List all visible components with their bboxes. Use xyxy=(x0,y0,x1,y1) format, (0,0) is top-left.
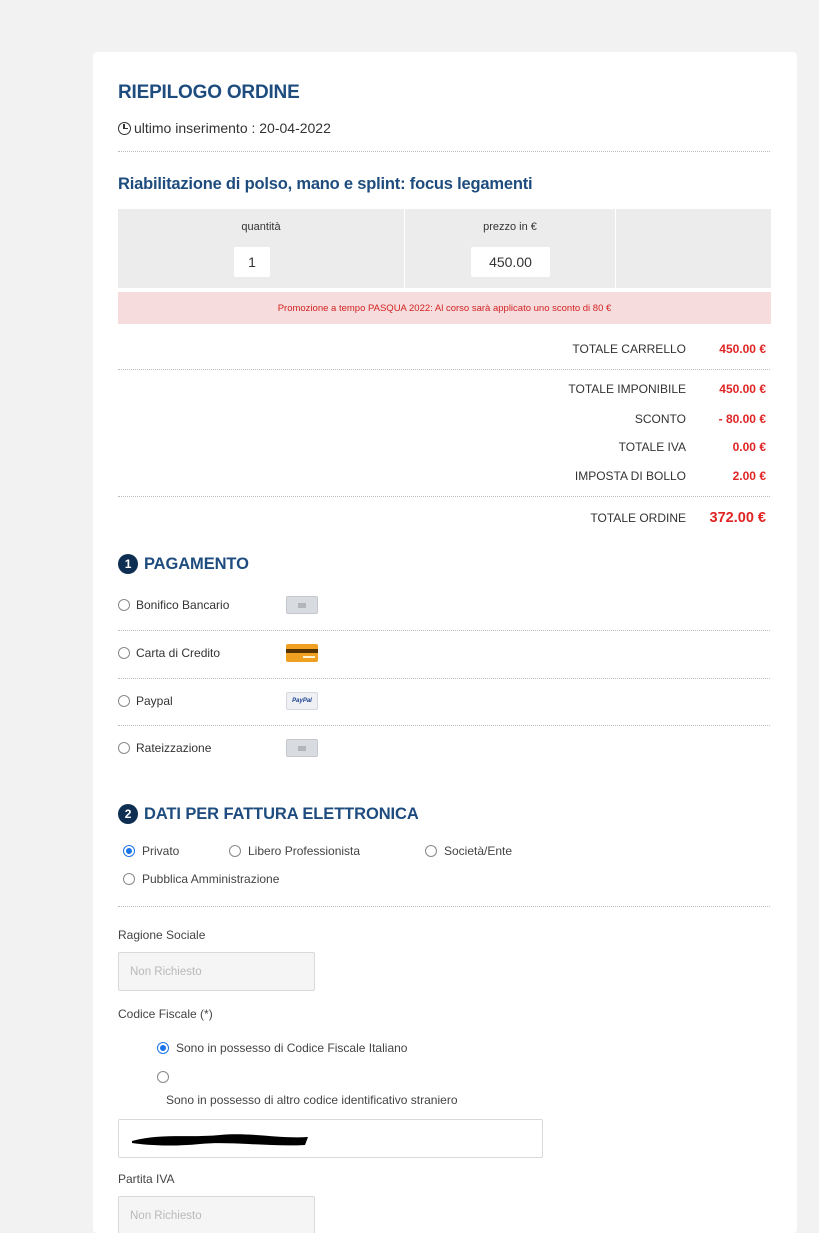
type-option-freelancer[interactable]: Libero Professionista xyxy=(229,844,425,858)
tax-code-foreign-label: Sono in possesso di altro codice identif… xyxy=(166,1093,458,1107)
divider xyxy=(118,151,770,152)
discount-value: - 80.00 € xyxy=(718,412,766,426)
price-header: prezzo in € xyxy=(483,221,537,233)
taxable-value: 450.00 € xyxy=(719,382,766,396)
taxable-label: TOTALE IMPONIBILE xyxy=(568,382,686,396)
qty-input[interactable]: 1 xyxy=(234,247,270,277)
qty-header: quantità xyxy=(241,221,281,233)
last-insert-text: ultimo inserimento : 20-04-2022 xyxy=(134,120,331,136)
radio-bank[interactable] xyxy=(118,599,130,611)
payment-option-installment[interactable]: Rateizzazione xyxy=(118,725,770,771)
price-value: 450.00 xyxy=(471,247,550,277)
type-label-private: Privato xyxy=(142,844,180,858)
radio-installment[interactable] xyxy=(118,742,130,754)
payment-label-bank: Bonifico Bancario xyxy=(136,598,230,612)
course-title: Riabilitazione di polso, mano e splint: … xyxy=(118,175,533,193)
radio-freelancer[interactable] xyxy=(229,845,241,857)
company-label: Ragione Sociale xyxy=(118,928,206,942)
tax-code-italian-option[interactable]: Sono in possesso di Codice Fiscale Itali… xyxy=(157,1041,407,1055)
vat-row: TOTALE IVA 0.00 € xyxy=(476,440,766,454)
payment-title: PAGAMENTO xyxy=(144,554,249,573)
credit-card-icon xyxy=(286,644,318,662)
stamp-value: 2.00 € xyxy=(732,469,766,483)
payment-section-title: 1 PAGAMENTO xyxy=(118,554,249,574)
step-number-1: 1 xyxy=(118,554,138,574)
discount-row: SCONTO - 80.00 € xyxy=(476,412,766,426)
tax-code-italian-label: Sono in possesso di Codice Fiscale Itali… xyxy=(176,1041,408,1055)
clock-icon xyxy=(118,121,131,135)
paypal-icon: PayPal xyxy=(286,692,318,710)
step-number-2: 2 xyxy=(118,804,138,824)
radio-company[interactable] xyxy=(425,845,437,857)
discount-label: SCONTO xyxy=(634,412,686,426)
invoice-section-title: 2 DATI PER FATTURA ELETTRONICA xyxy=(118,804,419,824)
radio-card[interactable] xyxy=(118,647,130,659)
summary-title: RIEPILOGO ORDINE xyxy=(118,82,300,103)
radio-paypal[interactable] xyxy=(118,695,130,707)
taxable-row: TOTALE IMPONIBILE 450.00 € xyxy=(476,382,766,396)
tax-code-input[interactable] xyxy=(118,1119,543,1158)
divider xyxy=(118,369,770,370)
payment-option-card[interactable]: Carta di Credito xyxy=(118,630,770,676)
payment-option-bank[interactable]: Bonifico Bancario xyxy=(118,582,770,628)
qty-column: quantità 1 xyxy=(118,209,405,288)
order-total-label: TOTALE ORDINE xyxy=(590,511,686,525)
stamp-label: IMPOSTA DI BOLLO xyxy=(574,469,686,483)
type-label-company: Società/Ente xyxy=(444,844,513,858)
invoice-title: DATI PER FATTURA ELETTRONICA xyxy=(144,804,419,823)
cart-total-row: TOTALE CARRELLO 450.00 € xyxy=(476,342,766,356)
price-column: prezzo in € 450.00 xyxy=(405,209,616,288)
vat-number-label: Partita IVA xyxy=(118,1172,175,1186)
vat-number-input[interactable]: Non Richiesto xyxy=(118,1196,315,1233)
divider xyxy=(118,496,770,497)
order-summary-card: RIEPILOGO ORDINE ultimo inserimento : 20… xyxy=(93,52,797,1233)
company-input[interactable]: Non Richiesto xyxy=(118,952,315,991)
invoice-type-options: Privato Libero Professionista Società/En… xyxy=(123,844,512,858)
promo-banner: Promozione a tempo PASQUA 2022: Al corso… xyxy=(118,292,771,324)
vat-label: TOTALE IVA xyxy=(618,440,686,454)
payment-option-paypal[interactable]: Paypal PayPal xyxy=(118,678,770,724)
payment-label-card: Carta di Credito xyxy=(136,646,221,660)
actions-column xyxy=(616,209,771,288)
radio-tax-foreign[interactable] xyxy=(157,1071,169,1083)
cart-item-grid: quantità 1 prezzo in € 450.00 xyxy=(118,209,771,288)
tax-code-label: Codice Fiscale (*) xyxy=(118,1007,213,1021)
payment-label-paypal: Paypal xyxy=(136,694,173,708)
type-option-company[interactable]: Società/Ente xyxy=(425,844,512,858)
payment-label-installment: Rateizzazione xyxy=(136,741,212,755)
radio-public[interactable] xyxy=(123,873,135,885)
radio-tax-italian[interactable] xyxy=(157,1042,169,1054)
type-label-public: Pubblica Amministrazione xyxy=(142,872,280,886)
cart-total-value: 450.00 € xyxy=(719,342,766,356)
order-total-row: TOTALE ORDINE 372.00 € xyxy=(476,510,766,526)
bank-icon xyxy=(286,596,318,614)
cart-total-label: TOTALE CARRELLO xyxy=(572,342,686,356)
order-total-value: 372.00 € xyxy=(709,510,766,526)
type-option-public[interactable]: Pubblica Amministrazione xyxy=(123,872,279,886)
type-label-freelancer: Libero Professionista xyxy=(248,844,361,858)
radio-private[interactable] xyxy=(123,845,135,857)
type-option-private[interactable]: Privato xyxy=(123,844,229,858)
vat-value: 0.00 € xyxy=(732,440,766,454)
installment-icon xyxy=(286,739,318,757)
stamp-row: IMPOSTA DI BOLLO 2.00 € xyxy=(476,469,766,483)
divider xyxy=(118,906,770,907)
last-insert-info: ultimo inserimento : 20-04-2022 xyxy=(118,120,331,136)
redacted-mark xyxy=(132,1133,308,1146)
